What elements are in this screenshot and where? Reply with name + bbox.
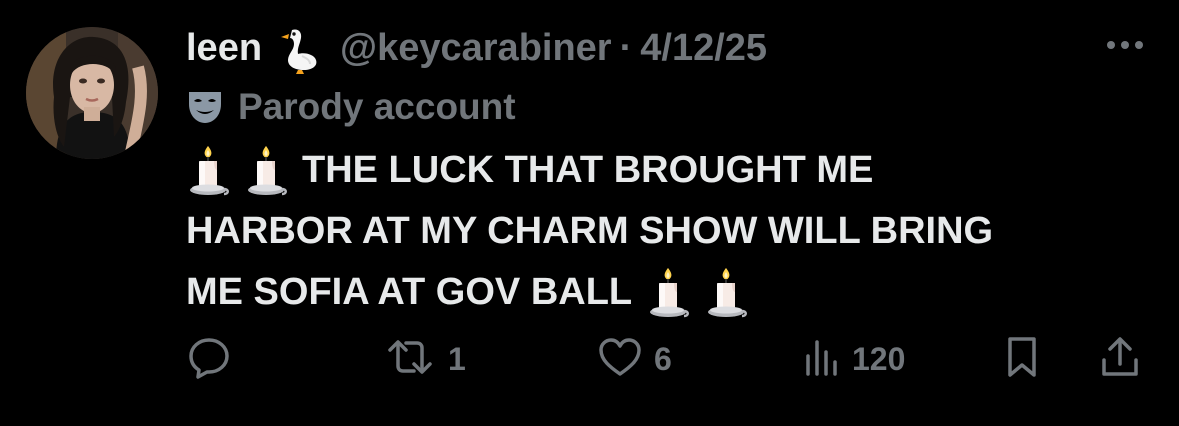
repost-icon: [382, 334, 438, 385]
candle-emoji-icon: [704, 266, 748, 320]
like-count: 6: [654, 340, 672, 377]
tweet-text-line: ME SOFIA AT GOV BALL: [186, 262, 1156, 323]
tweet-text-line-1: THE LUCK THAT BROUGHT ME: [302, 149, 874, 191]
goose-emoji-icon: [276, 26, 320, 74]
share-icon: [1098, 334, 1142, 385]
parody-label: Parody account: [186, 84, 516, 130]
parody-label-text: Parody account: [238, 86, 516, 127]
views-icon: [802, 334, 842, 385]
tweet-text-line: HARBOR AT MY CHARM SHOW WILL BRING: [186, 201, 1156, 262]
bookmark-icon: [1002, 334, 1042, 385]
candle-emoji-icon: [244, 144, 288, 198]
tweet-text: THE LUCK THAT BROUGHT ME HARBOR AT MY CH…: [186, 140, 1156, 323]
repost-count: 1: [448, 340, 466, 377]
avatar[interactable]: [26, 27, 158, 159]
separator-dot: ·: [619, 26, 633, 69]
tweet-text-line-2: HARBOR AT MY CHARM SHOW WILL BRING: [186, 210, 994, 252]
reply-button[interactable]: [186, 334, 232, 384]
theater-masks-icon: [186, 88, 224, 126]
like-button[interactable]: 6: [596, 334, 672, 384]
tweet-text-line: THE LUCK THAT BROUGHT ME: [186, 140, 1156, 201]
views-count: 120: [852, 340, 906, 377]
reply-icon: [186, 334, 232, 385]
tweet-header: leen @keycarabiner · 4/12/25: [186, 22, 767, 74]
share-button[interactable]: [1098, 334, 1142, 384]
user-handle[interactable]: @keycarabiner: [340, 27, 612, 70]
action-bar: 1 6 120: [186, 334, 1146, 384]
candle-emoji-icon: [646, 266, 690, 320]
display-name[interactable]: leen: [186, 27, 262, 70]
more-options-icon[interactable]: [1103, 30, 1147, 60]
candle-emoji-icon: [186, 144, 230, 198]
heart-icon: [596, 334, 644, 385]
bookmark-button[interactable]: [1002, 334, 1042, 384]
tweet-text-line-3: ME SOFIA AT GOV BALL: [186, 271, 633, 313]
tweet[interactable]: leen @keycarabiner · 4/12/25 Parody acco…: [0, 0, 1179, 426]
tweet-date[interactable]: 4/12/25: [640, 27, 767, 70]
repost-button[interactable]: 1: [382, 334, 466, 384]
views-button[interactable]: 120: [802, 334, 905, 384]
